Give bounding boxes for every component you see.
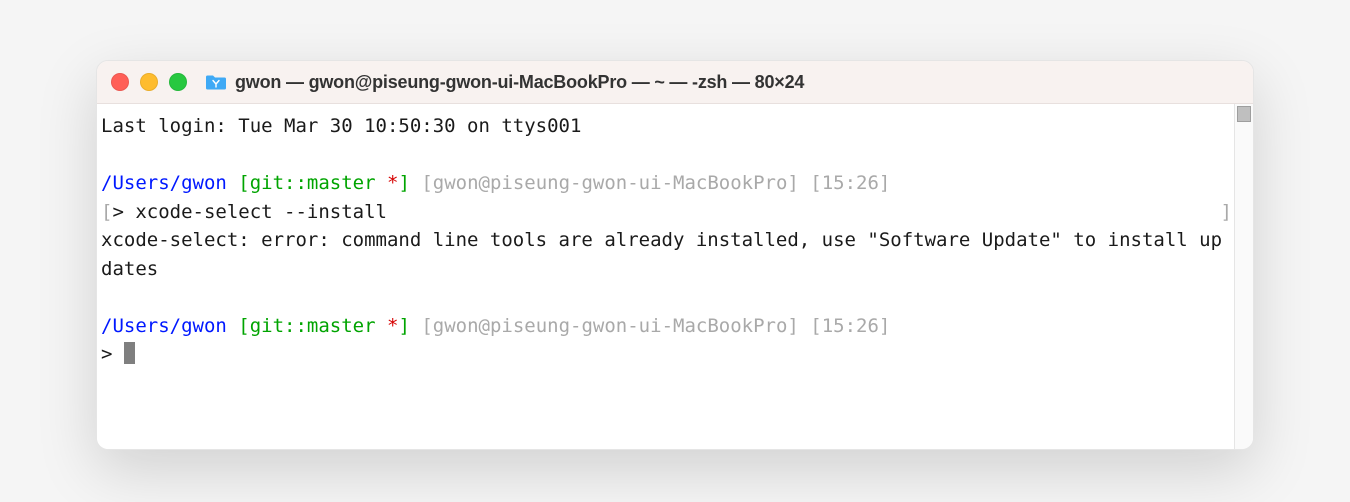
git-branch: [git::master	[227, 315, 376, 337]
git-branch: [git::master	[227, 172, 376, 194]
traffic-lights	[111, 73, 187, 91]
host-time: [gwon@piseung-gwon-ui-MacBookPro] [15:26…	[410, 315, 890, 337]
terminal-window: gwon — gwon@piseung-gwon-ui-MacBookPro —…	[96, 60, 1254, 450]
window-title: gwon — gwon@piseung-gwon-ui-MacBookPro —…	[235, 72, 804, 93]
close-button[interactable]	[111, 73, 129, 91]
git-close: ]	[398, 315, 409, 337]
minimize-button[interactable]	[140, 73, 158, 91]
prompt-arrow: >	[101, 343, 124, 365]
folder-icon	[205, 73, 227, 91]
host-time: [gwon@piseung-gwon-ui-MacBookPro] [15:26…	[410, 172, 890, 194]
bracket-open: [	[101, 201, 112, 223]
cwd-path: /Users/gwon	[101, 315, 227, 337]
bracket-close: ]	[1221, 198, 1232, 227]
last-login-text: Last login: Tue Mar 30 10:50:30 on ttys0…	[101, 115, 581, 137]
titlebar[interactable]: gwon — gwon@piseung-gwon-ui-MacBookPro —…	[97, 61, 1253, 104]
command-text: xcode-select --install	[135, 201, 387, 223]
scrollbar[interactable]	[1234, 104, 1253, 449]
cwd-path: /Users/gwon	[101, 172, 227, 194]
maximize-button[interactable]	[169, 73, 187, 91]
cursor	[124, 342, 135, 364]
git-dirty-marker: *	[376, 315, 399, 337]
terminal-body[interactable]: Last login: Tue Mar 30 10:50:30 on ttys0…	[97, 104, 1234, 449]
prompt-arrow: >	[112, 201, 135, 223]
git-close: ]	[398, 172, 409, 194]
git-dirty-marker: *	[376, 172, 399, 194]
error-output: xcode-select: error: command line tools …	[101, 229, 1222, 280]
scrollbar-thumb[interactable]	[1237, 106, 1251, 122]
